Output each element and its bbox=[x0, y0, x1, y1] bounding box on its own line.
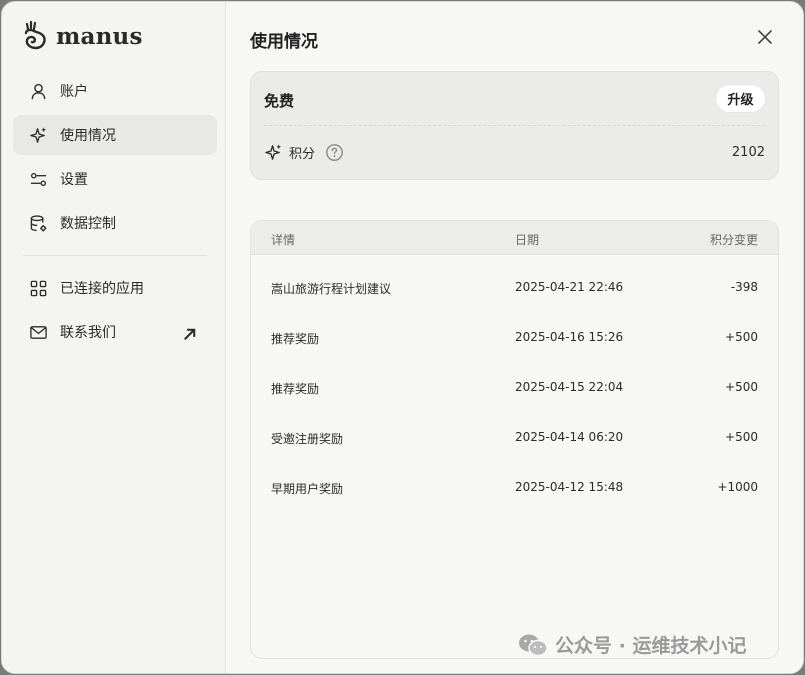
table-row: 受邀注册奖励 2025-04-14 06:20 +500 bbox=[251, 413, 778, 463]
row-date: 2025-04-15 22:04 bbox=[515, 380, 624, 394]
row-change: +500 bbox=[725, 380, 758, 394]
sidebar-item-data-controls[interactable]: 数据控制 bbox=[13, 203, 217, 243]
sparkle-icon bbox=[265, 144, 282, 160]
table-row: 嵩山旅游行程计划建议 2025-04-21 22:46 -398 bbox=[251, 263, 778, 313]
row-change: -398 bbox=[730, 280, 758, 294]
row-change: +500 bbox=[725, 330, 758, 344]
row-change: +1000 bbox=[717, 480, 758, 494]
card-divider bbox=[264, 125, 765, 126]
table-body: 嵩山旅游行程计划建议 2025-04-21 22:46 -398 推荐奖励 20… bbox=[251, 255, 778, 513]
logo-text: manus bbox=[56, 22, 143, 50]
sidebar-item-label: 数据控制 bbox=[60, 216, 116, 232]
sidebar-item-contact-us[interactable]: 联系我们 bbox=[13, 312, 217, 352]
manus-logo-icon bbox=[24, 20, 46, 50]
sidebar-item-label: 联系我们 bbox=[60, 325, 116, 341]
user-icon bbox=[31, 83, 46, 99]
sidebar-item-usage[interactable]: 使用情况 bbox=[13, 115, 217, 155]
sidebar-item-label: 已连接的应用 bbox=[60, 281, 144, 297]
table-row: 推荐奖励 2025-04-16 15:26 +500 bbox=[251, 313, 778, 363]
upgrade-button[interactable]: 升级 bbox=[715, 84, 766, 113]
row-detail: 受邀注册奖励 bbox=[271, 432, 344, 446]
row-date: 2025-04-12 15:48 bbox=[515, 480, 624, 494]
sidebar-item-account[interactable]: 账户 bbox=[13, 71, 217, 111]
sidebar-item-label: 账户 bbox=[60, 84, 88, 100]
header-change: 积分变更 bbox=[709, 233, 758, 247]
row-date: 2025-04-21 22:46 bbox=[515, 280, 624, 294]
main-panel: 使用情况 免费 升级 积分 2102 详情 日期 积分变更 嵩山旅游行程计划建议 bbox=[226, 2, 803, 673]
header-detail: 详情 bbox=[271, 233, 296, 247]
credits-label: 积分 bbox=[289, 147, 316, 162]
page-title: 使用情况 bbox=[250, 32, 318, 52]
table-row: 推荐奖励 2025-04-15 22:04 +500 bbox=[251, 363, 778, 413]
row-date: 2025-04-16 15:26 bbox=[515, 330, 624, 344]
row-date: 2025-04-14 06:20 bbox=[515, 430, 624, 444]
sidebar-divider bbox=[23, 255, 207, 256]
plan-card: 免费 升级 积分 2102 bbox=[250, 71, 779, 180]
credits-history-table: 详情 日期 积分变更 嵩山旅游行程计划建议 2025-04-21 22:46 -… bbox=[250, 220, 779, 659]
watermark-text: 公众号 · 运维技术小记 bbox=[555, 635, 747, 657]
help-icon[interactable] bbox=[325, 143, 344, 162]
wechat-icon bbox=[519, 634, 548, 656]
settings-window: manus 账户 使用情况 设置 数据控制 已连接的应用 联系我们 使用情况 免… bbox=[1, 1, 804, 674]
logo: manus bbox=[22, 20, 143, 52]
sliders-icon bbox=[30, 172, 47, 186]
table-header: 详情 日期 积分变更 bbox=[251, 221, 778, 255]
sidebar-item-settings[interactable]: 设置 bbox=[13, 159, 217, 199]
plan-label: 免费 bbox=[264, 92, 295, 110]
sidebar-item-label: 使用情况 bbox=[60, 128, 116, 144]
row-change: +500 bbox=[725, 430, 758, 444]
credits-row: 积分 bbox=[264, 143, 344, 162]
database-gear-icon bbox=[30, 214, 47, 231]
mail-icon bbox=[30, 325, 47, 339]
external-link-arrow-icon bbox=[184, 328, 196, 340]
close-icon[interactable] bbox=[755, 27, 775, 47]
watermark: 公众号 · 运维技术小记 bbox=[517, 631, 746, 658]
sidebar: manus 账户 使用情况 设置 数据控制 已连接的应用 联系我们 bbox=[2, 2, 226, 673]
table-row: 早期用户奖励 2025-04-12 15:48 +1000 bbox=[251, 463, 778, 513]
sparkle-icon bbox=[30, 126, 47, 143]
row-detail: 推荐奖励 bbox=[271, 382, 320, 396]
row-detail: 嵩山旅游行程计划建议 bbox=[271, 282, 392, 296]
sidebar-item-connected-apps[interactable]: 已连接的应用 bbox=[13, 268, 217, 308]
sidebar-item-label: 设置 bbox=[60, 172, 88, 188]
header-date: 日期 bbox=[515, 233, 540, 247]
row-detail: 推荐奖励 bbox=[271, 332, 320, 346]
credits-value: 2102 bbox=[731, 145, 765, 160]
sidebar-nav: 账户 使用情况 设置 数据控制 已连接的应用 联系我们 bbox=[13, 71, 217, 356]
row-detail: 早期用户奖励 bbox=[271, 482, 344, 496]
grid-icon bbox=[30, 280, 47, 296]
